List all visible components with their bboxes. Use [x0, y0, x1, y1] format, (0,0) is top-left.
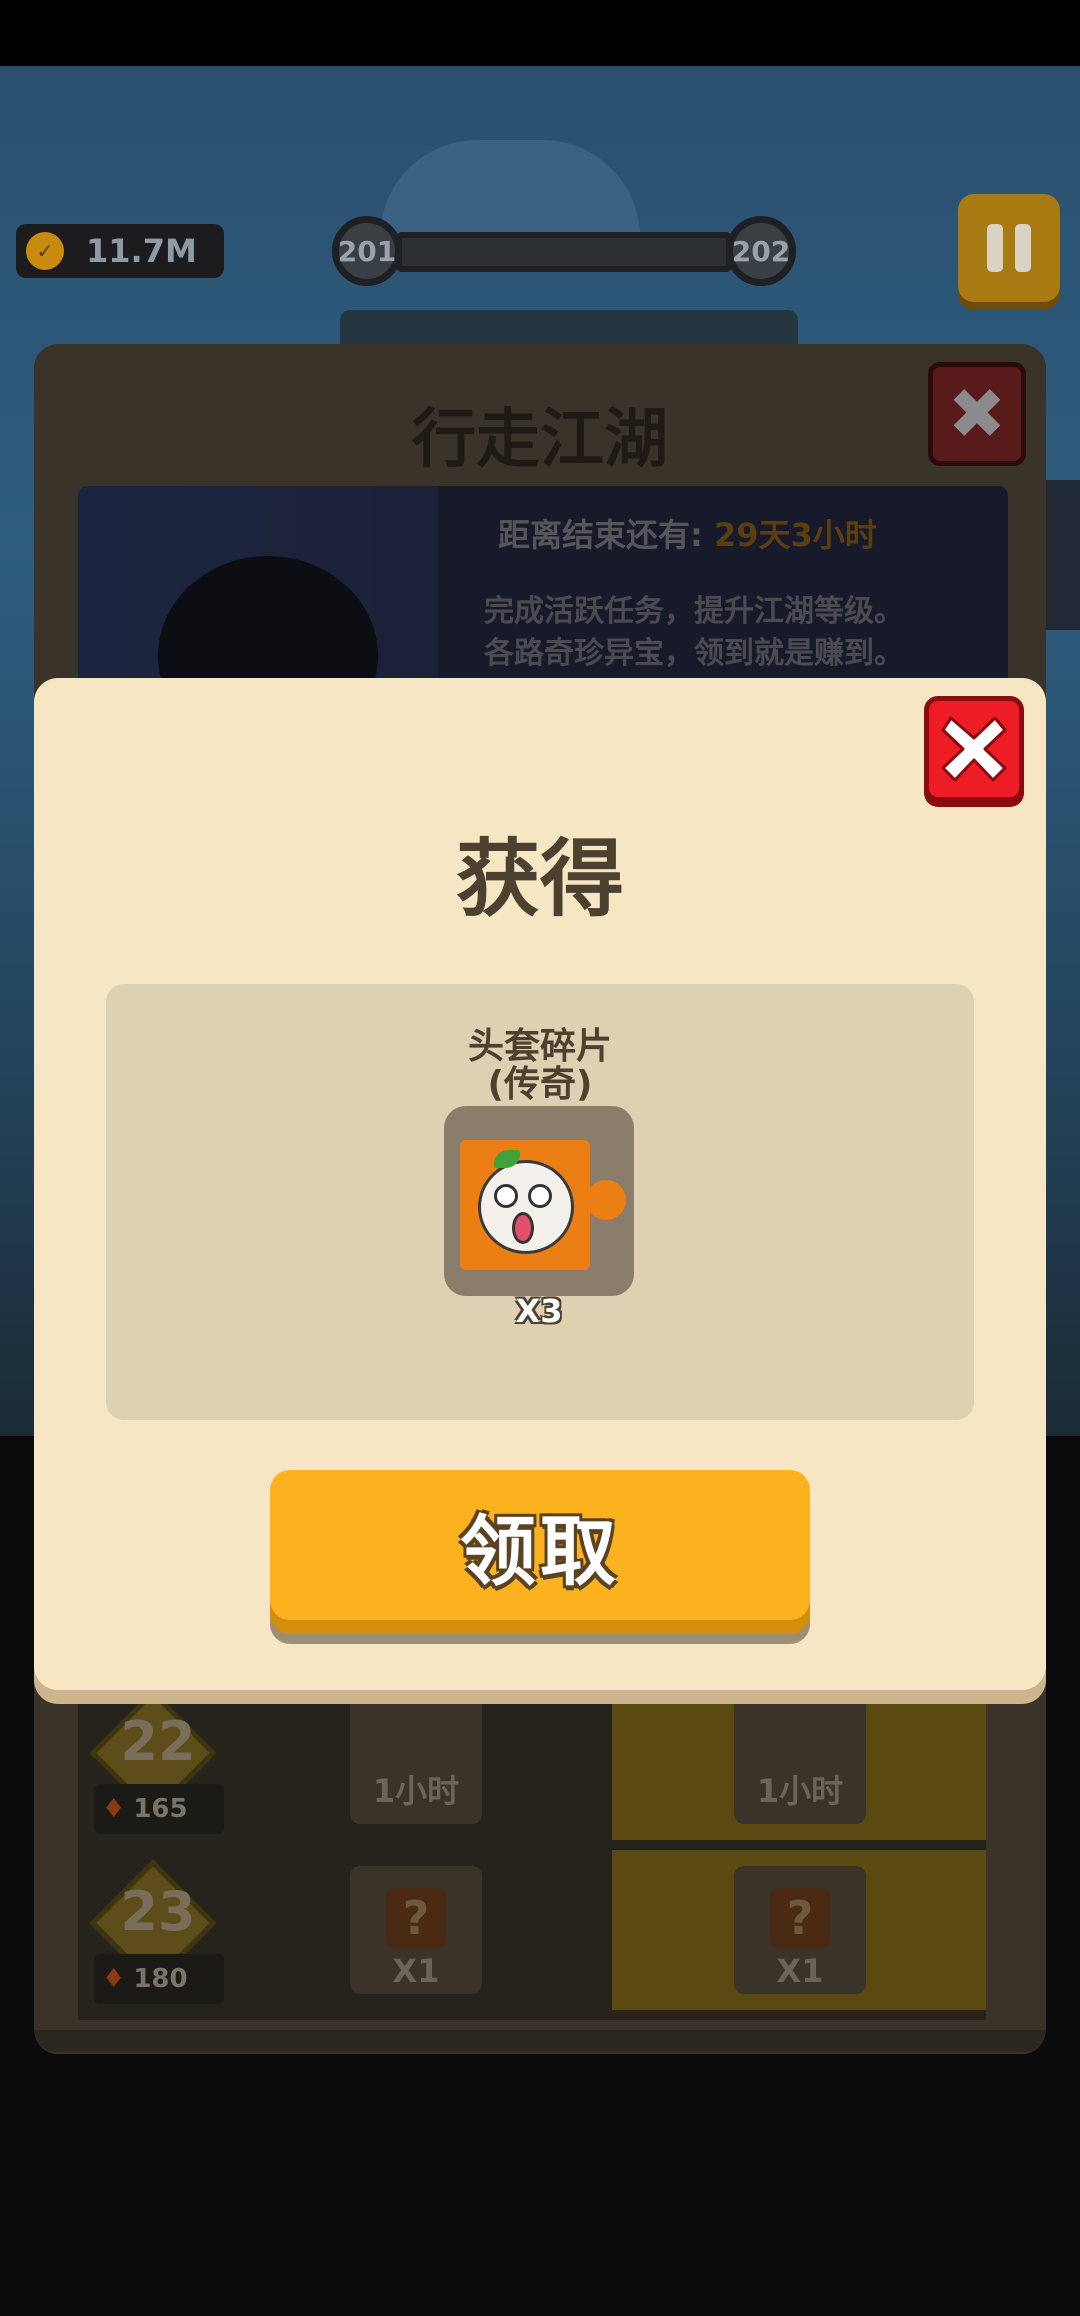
level-row: 23 ♦ 180 ? X1 ? X1 — [78, 1850, 986, 2010]
glasses-right-icon — [528, 1184, 552, 1208]
current-level-badge: 201 — [332, 216, 402, 286]
claim-button-label: 领取 — [460, 1507, 620, 1596]
next-level-badge: 202 — [726, 216, 796, 286]
countdown-label: 距离结束还有: — [498, 516, 703, 554]
free-reward-cell[interactable]: 1小时 — [350, 1696, 482, 1824]
pause-button[interactable] — [958, 194, 1060, 302]
side-tab[interactable] — [1046, 480, 1080, 630]
reward-track: 22 ♦ 165 1小时 1小时 23 ♦ 180 ? X1 ? X1 — [78, 1680, 986, 2020]
flame-icon: ♦ — [102, 1964, 126, 1994]
mystery-box-icon: ? — [386, 1888, 446, 1948]
free-reward-label: X1 — [392, 1952, 440, 1990]
close-icon: ✖ — [947, 373, 1007, 455]
countdown-value: 29天3小时 — [713, 516, 877, 554]
modal-title: 获得 — [455, 830, 624, 928]
event-panel-close-button[interactable]: ✖ — [928, 362, 1026, 466]
premium-reward-cell[interactable]: 1小时 — [734, 1696, 866, 1824]
level-progress-bar — [396, 232, 732, 272]
premium-reward-label: 1小时 — [756, 1772, 844, 1810]
row-points-value: 180 — [133, 1964, 188, 1994]
glasses-left-icon — [494, 1184, 518, 1208]
free-reward-label: 1小时 — [372, 1772, 460, 1810]
coin-amount: 11.7M — [86, 232, 197, 270]
free-reward-cell[interactable]: ? X1 — [350, 1866, 482, 1994]
modal-close-button[interactable] — [924, 696, 1024, 802]
event-description-line1: 完成活跃任务，提升江湖等级。 — [484, 594, 904, 629]
coin-counter: ✓ 11.7M — [16, 224, 224, 278]
row-points: ♦ 180 — [94, 1954, 224, 2004]
event-description-line2: 各路奇珍异宝，领到就是赚到。 — [484, 636, 904, 671]
reward-item-name-line1: 头套碎片 — [467, 1026, 612, 1067]
claim-button[interactable]: 领取 — [270, 1470, 810, 1620]
reward-item-rarity: (传奇) — [487, 1064, 593, 1105]
premium-reward-label: X1 — [776, 1952, 824, 1990]
event-panel-shadow — [34, 2030, 1046, 2052]
mystery-box-icon: ? — [770, 1888, 830, 1948]
level-row: 22 ♦ 165 1小时 1小时 — [78, 1680, 986, 1840]
row-level-number: 22 — [120, 1710, 196, 1773]
coin-icon: ✓ — [26, 232, 64, 270]
row-points-value: 165 — [133, 1794, 188, 1824]
reward-item-name: 头套碎片 (传奇) — [106, 1028, 974, 1104]
mouth-icon — [512, 1212, 534, 1244]
premium-reward-cell[interactable]: ? X1 — [734, 1866, 866, 1994]
event-countdown: 距离结束还有: 29天3小时 — [498, 510, 877, 556]
status-bar — [0, 0, 1080, 66]
flame-icon: ♦ — [102, 1794, 126, 1824]
reward-item-quantity: X3 — [515, 1292, 563, 1330]
pause-icon-bar-left — [987, 224, 1003, 272]
close-icon — [941, 716, 1007, 782]
puzzle-knob — [586, 1180, 626, 1220]
pause-icon-bar-right — [1015, 224, 1031, 272]
row-points: ♦ 165 — [94, 1784, 224, 1834]
event-panel-title: 行走江湖 — [412, 403, 668, 477]
row-level-number: 23 — [120, 1880, 196, 1943]
